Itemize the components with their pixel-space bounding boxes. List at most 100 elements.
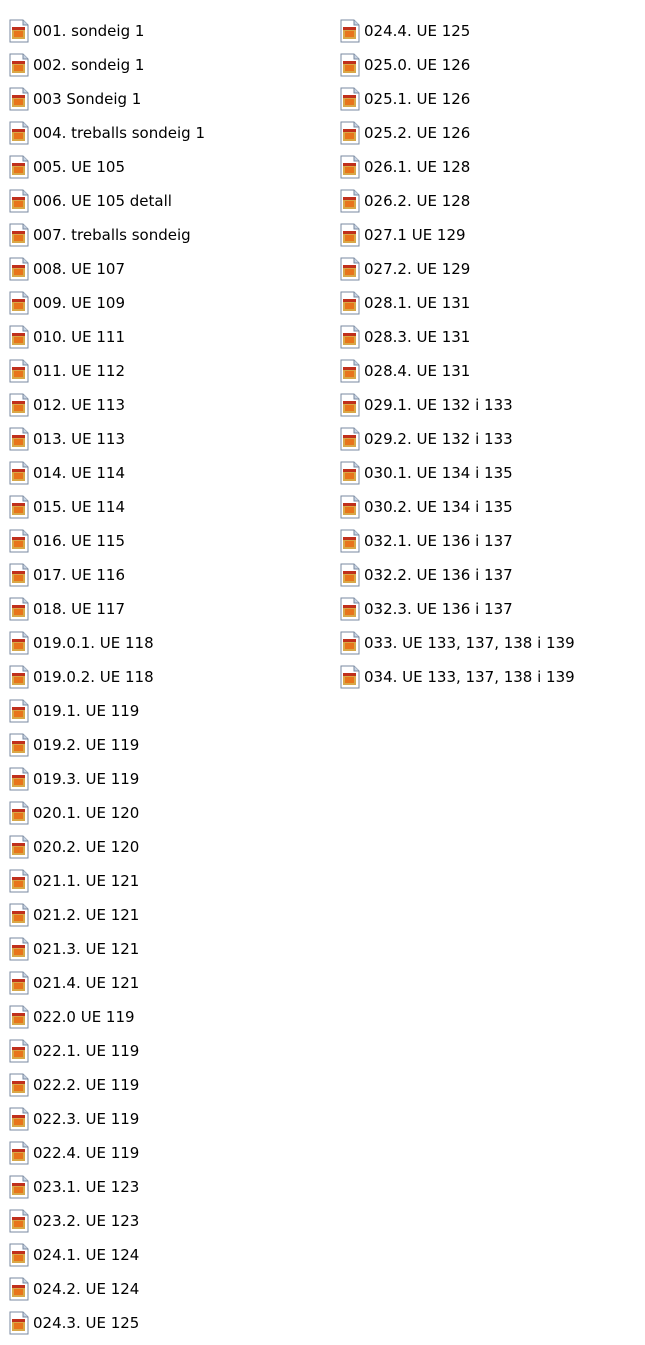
presentation-file-icon xyxy=(8,767,30,791)
file-name: 028.4. UE 131 xyxy=(364,362,471,380)
file-name: 002. sondeig 1 xyxy=(33,56,145,74)
file-name: 023.1. UE 123 xyxy=(33,1178,140,1196)
file-item[interactable]: 011. UE 112 xyxy=(8,354,205,388)
file-item[interactable]: 033. UE 133, 137, 138 i 139 xyxy=(339,626,575,660)
file-item[interactable]: 010. UE 111 xyxy=(8,320,205,354)
file-item[interactable]: 028.4. UE 131 xyxy=(339,354,575,388)
file-item[interactable]: 019.0.2. UE 118 xyxy=(8,660,205,694)
file-item[interactable]: 021.1. UE 121 xyxy=(8,864,205,898)
file-item[interactable]: 032.1. UE 136 i 137 xyxy=(339,524,575,558)
file-item[interactable]: 023.2. UE 123 xyxy=(8,1204,205,1238)
file-name: 005. UE 105 xyxy=(33,158,126,176)
presentation-file-icon xyxy=(339,325,361,349)
presentation-file-icon xyxy=(339,563,361,587)
presentation-file-icon xyxy=(8,1209,30,1233)
file-name: 021.3. UE 121 xyxy=(33,940,140,958)
file-name: 032.2. UE 136 i 137 xyxy=(364,566,513,584)
file-name: 023.2. UE 123 xyxy=(33,1212,140,1230)
file-name: 019.0.2. UE 118 xyxy=(33,668,154,686)
file-item[interactable]: 030.1. UE 134 i 135 xyxy=(339,456,575,490)
file-name: 019.0.1. UE 118 xyxy=(33,634,154,652)
file-item[interactable]: 026.2. UE 128 xyxy=(339,184,575,218)
presentation-file-icon xyxy=(339,223,361,247)
file-name: 016. UE 115 xyxy=(33,532,126,550)
file-item[interactable]: 019.3. UE 119 xyxy=(8,762,205,796)
file-name: 027.2. UE 129 xyxy=(364,260,471,278)
presentation-file-icon xyxy=(339,257,361,281)
file-item[interactable]: 021.4. UE 121 xyxy=(8,966,205,1000)
file-item[interactable]: 019.0.1. UE 118 xyxy=(8,626,205,660)
file-name: 024.4. UE 125 xyxy=(364,22,471,40)
file-name: 028.1. UE 131 xyxy=(364,294,471,312)
file-item[interactable]: 001. sondeig 1 xyxy=(8,14,205,48)
file-item[interactable]: 022.1. UE 119 xyxy=(8,1034,205,1068)
file-item[interactable]: 024.4. UE 125 xyxy=(339,14,575,48)
file-item[interactable]: 028.3. UE 131 xyxy=(339,320,575,354)
file-item[interactable]: 025.0. UE 126 xyxy=(339,48,575,82)
file-item[interactable]: 024.3. UE 125 xyxy=(8,1306,205,1340)
presentation-file-icon xyxy=(339,427,361,451)
file-item[interactable]: 008. UE 107 xyxy=(8,252,205,286)
file-item[interactable]: 019.2. UE 119 xyxy=(8,728,205,762)
presentation-file-icon xyxy=(339,529,361,553)
file-item[interactable]: 030.2. UE 134 i 135 xyxy=(339,490,575,524)
file-name: 018. UE 117 xyxy=(33,600,126,618)
file-item[interactable]: 009. UE 109 xyxy=(8,286,205,320)
file-item[interactable]: 034. UE 133, 137, 138 i 139 xyxy=(339,660,575,694)
file-item[interactable]: 032.2. UE 136 i 137 xyxy=(339,558,575,592)
file-item[interactable]: 022.0 UE 119 xyxy=(8,1000,205,1034)
file-item[interactable]: 013. UE 113 xyxy=(8,422,205,456)
presentation-file-icon xyxy=(339,495,361,519)
file-item[interactable]: 016. UE 115 xyxy=(8,524,205,558)
file-item[interactable]: 015. UE 114 xyxy=(8,490,205,524)
file-item[interactable]: 028.1. UE 131 xyxy=(339,286,575,320)
file-item[interactable]: 027.1 UE 129 xyxy=(339,218,575,252)
file-item[interactable]: 012. UE 113 xyxy=(8,388,205,422)
file-item[interactable]: 003 Sondeig 1 xyxy=(8,82,205,116)
file-item[interactable]: 020.2. UE 120 xyxy=(8,830,205,864)
file-name: 012. UE 113 xyxy=(33,396,126,414)
file-item[interactable]: 029.2. UE 132 i 133 xyxy=(339,422,575,456)
file-item[interactable]: 006. UE 105 detall xyxy=(8,184,205,218)
file-item[interactable]: 026.1. UE 128 xyxy=(339,150,575,184)
presentation-file-icon xyxy=(8,121,30,145)
file-item[interactable]: 021.2. UE 121 xyxy=(8,898,205,932)
file-item[interactable]: 017. UE 116 xyxy=(8,558,205,592)
presentation-file-icon xyxy=(339,155,361,179)
file-item[interactable]: 004. treballs sondeig 1 xyxy=(8,116,205,150)
presentation-file-icon xyxy=(8,1073,30,1097)
file-item[interactable]: 025.2. UE 126 xyxy=(339,116,575,150)
presentation-file-icon xyxy=(8,733,30,757)
presentation-file-icon xyxy=(339,53,361,77)
file-item[interactable]: 025.1. UE 126 xyxy=(339,82,575,116)
presentation-file-icon xyxy=(8,461,30,485)
file-item[interactable]: 007. treballs sondeig xyxy=(8,218,205,252)
file-item[interactable]: 029.1. UE 132 i 133 xyxy=(339,388,575,422)
file-item[interactable]: 024.1. UE 124 xyxy=(8,1238,205,1272)
presentation-file-icon xyxy=(8,699,30,723)
file-name: 034. UE 133, 137, 138 i 139 xyxy=(364,668,575,686)
presentation-file-icon xyxy=(339,121,361,145)
file-item[interactable]: 023.1. UE 123 xyxy=(8,1170,205,1204)
file-item[interactable]: 022.4. UE 119 xyxy=(8,1136,205,1170)
presentation-file-icon xyxy=(8,1141,30,1165)
file-item[interactable]: 024.2. UE 124 xyxy=(8,1272,205,1306)
file-name: 020.2. UE 120 xyxy=(33,838,140,856)
file-item[interactable]: 014. UE 114 xyxy=(8,456,205,490)
file-item[interactable]: 022.3. UE 119 xyxy=(8,1102,205,1136)
file-name: 019.2. UE 119 xyxy=(33,736,140,754)
file-item[interactable]: 018. UE 117 xyxy=(8,592,205,626)
presentation-file-icon xyxy=(8,87,30,111)
file-item[interactable]: 022.2. UE 119 xyxy=(8,1068,205,1102)
presentation-file-icon xyxy=(339,359,361,383)
file-name: 027.1 UE 129 xyxy=(364,226,466,244)
file-name: 021.2. UE 121 xyxy=(33,906,140,924)
file-name: 019.3. UE 119 xyxy=(33,770,140,788)
file-item[interactable]: 027.2. UE 129 xyxy=(339,252,575,286)
file-item[interactable]: 021.3. UE 121 xyxy=(8,932,205,966)
file-item[interactable]: 019.1. UE 119 xyxy=(8,694,205,728)
file-item[interactable]: 020.1. UE 120 xyxy=(8,796,205,830)
file-item[interactable]: 005. UE 105 xyxy=(8,150,205,184)
file-item[interactable]: 002. sondeig 1 xyxy=(8,48,205,82)
file-item[interactable]: 032.3. UE 136 i 137 xyxy=(339,592,575,626)
